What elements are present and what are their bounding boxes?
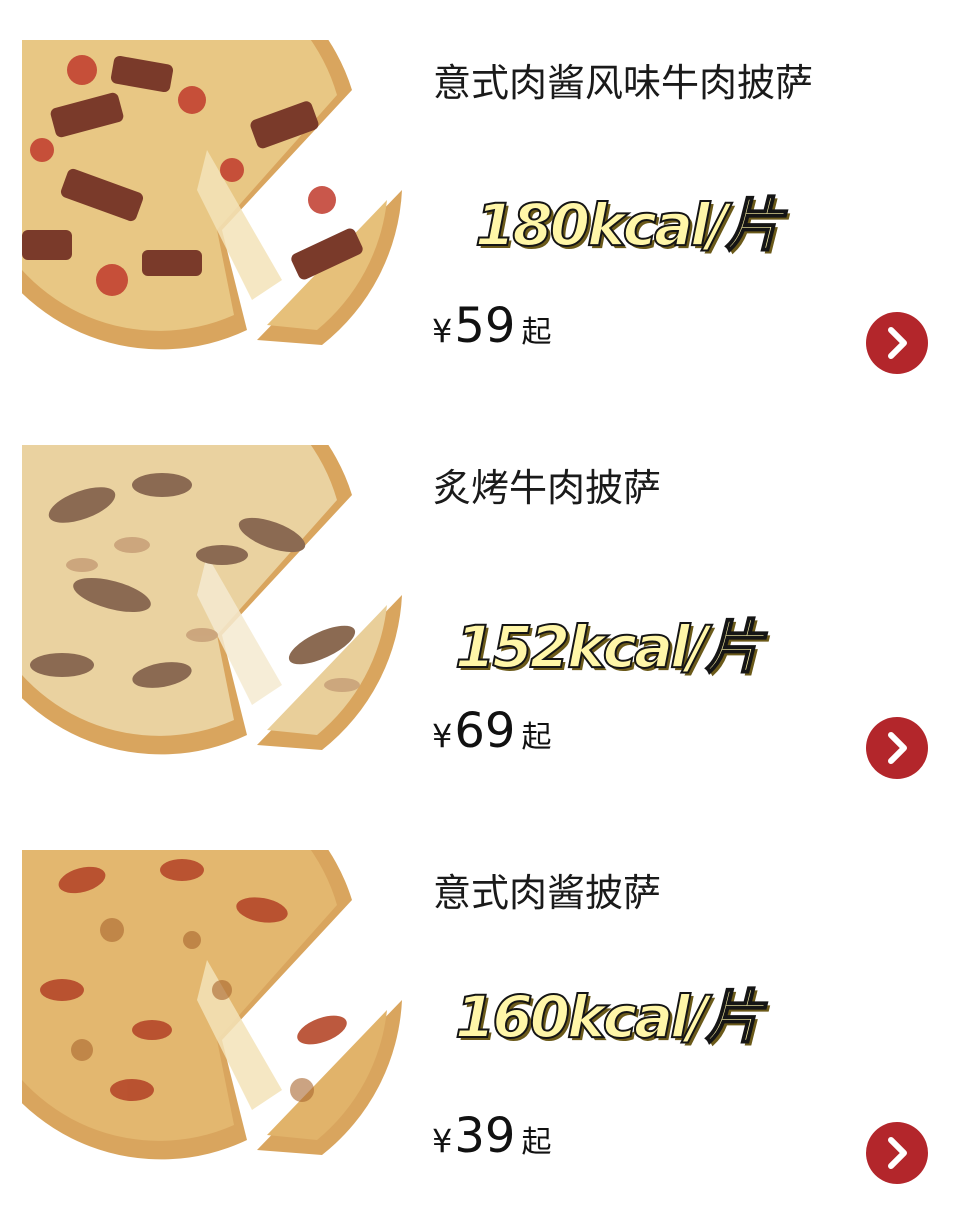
- chevron-right-icon: [888, 1137, 907, 1169]
- currency-symbol: ¥: [432, 312, 453, 350]
- product-card[interactable]: 意式肉酱风味牛肉披萨 180kcal/片 ¥59 起: [0, 0, 963, 405]
- detail-button[interactable]: [866, 1122, 928, 1184]
- price-suffix: 起: [521, 315, 552, 350]
- product-card[interactable]: 意式肉酱披萨 160kcal/片 ¥39 起: [0, 810, 963, 1215]
- price-value: 59: [454, 298, 516, 354]
- chevron-right-icon: [888, 732, 907, 764]
- product-card[interactable]: 炙烤牛肉披萨 152kcal/片 ¥69 起: [0, 405, 963, 810]
- currency-symbol: ¥: [432, 717, 453, 755]
- price-suffix: 起: [521, 1125, 552, 1160]
- pizza-image[interactable]: [22, 445, 422, 765]
- currency-symbol: ¥: [432, 1122, 453, 1160]
- pizza-image[interactable]: [22, 850, 422, 1170]
- product-price: ¥69 起: [432, 703, 551, 759]
- chevron-right-icon: [888, 327, 907, 359]
- price-value: 69: [454, 703, 516, 759]
- calorie-label: 180kcal/片: [474, 190, 784, 260]
- product-title: 意式肉酱披萨: [433, 871, 662, 915]
- product-price: ¥39 起: [432, 1108, 551, 1164]
- product-price: ¥59 起: [432, 298, 551, 354]
- product-title: 炙烤牛肉披萨: [433, 466, 662, 510]
- pizza-image[interactable]: [22, 40, 422, 360]
- calorie-label: 160kcal/片: [454, 982, 764, 1052]
- calorie-label: 152kcal/片: [454, 612, 764, 682]
- price-value: 39: [454, 1108, 516, 1164]
- price-suffix: 起: [521, 720, 552, 755]
- detail-button[interactable]: [866, 312, 928, 374]
- product-title: 意式肉酱风味牛肉披萨: [433, 61, 814, 105]
- detail-button[interactable]: [866, 717, 928, 779]
